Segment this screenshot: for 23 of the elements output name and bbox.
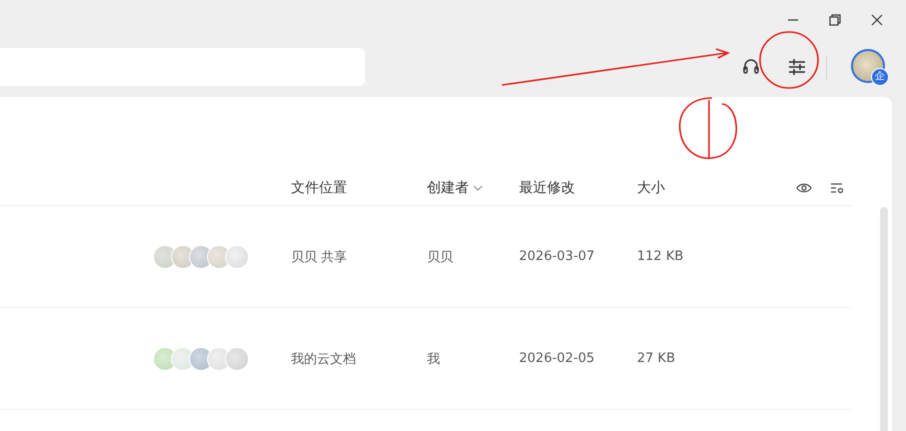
modified-cell-text: 2026-03-07 <box>519 249 596 264</box>
restore-icon <box>829 14 841 26</box>
chevron-icon[interactable] <box>473 184 483 190</box>
creator-cell-text: 我 <box>427 350 441 368</box>
column-header[interactable]: 大小 <box>637 178 665 196</box>
location-cell-text: 我的云文档 <box>291 350 357 368</box>
column-header[interactable]: 创建者 <box>427 178 469 196</box>
size-cell-text: 27 KB <box>637 351 676 366</box>
column-settings-icon[interactable] <box>830 182 844 194</box>
modified-cell-text: 2026-02-05 <box>519 351 596 366</box>
column-header[interactable]: 文件位置 <box>291 178 347 196</box>
avatar-icon <box>225 244 249 268</box>
close-icon <box>871 14 883 26</box>
creator-cell-text: 贝贝 <box>427 248 454 266</box>
enterprise-badge: 企 <box>871 68 889 86</box>
location-cell-text: 贝贝 共享 <box>291 248 348 266</box>
annotation-scribble <box>679 97 738 160</box>
column-header[interactable]: 最近修改 <box>519 178 575 196</box>
eye-icon[interactable] <box>796 182 812 194</box>
avatar-icon <box>225 346 249 370</box>
size-cell-text: 112 KB <box>637 249 684 264</box>
annotation-circle <box>759 31 819 89</box>
scrollbar[interactable] <box>880 207 888 431</box>
